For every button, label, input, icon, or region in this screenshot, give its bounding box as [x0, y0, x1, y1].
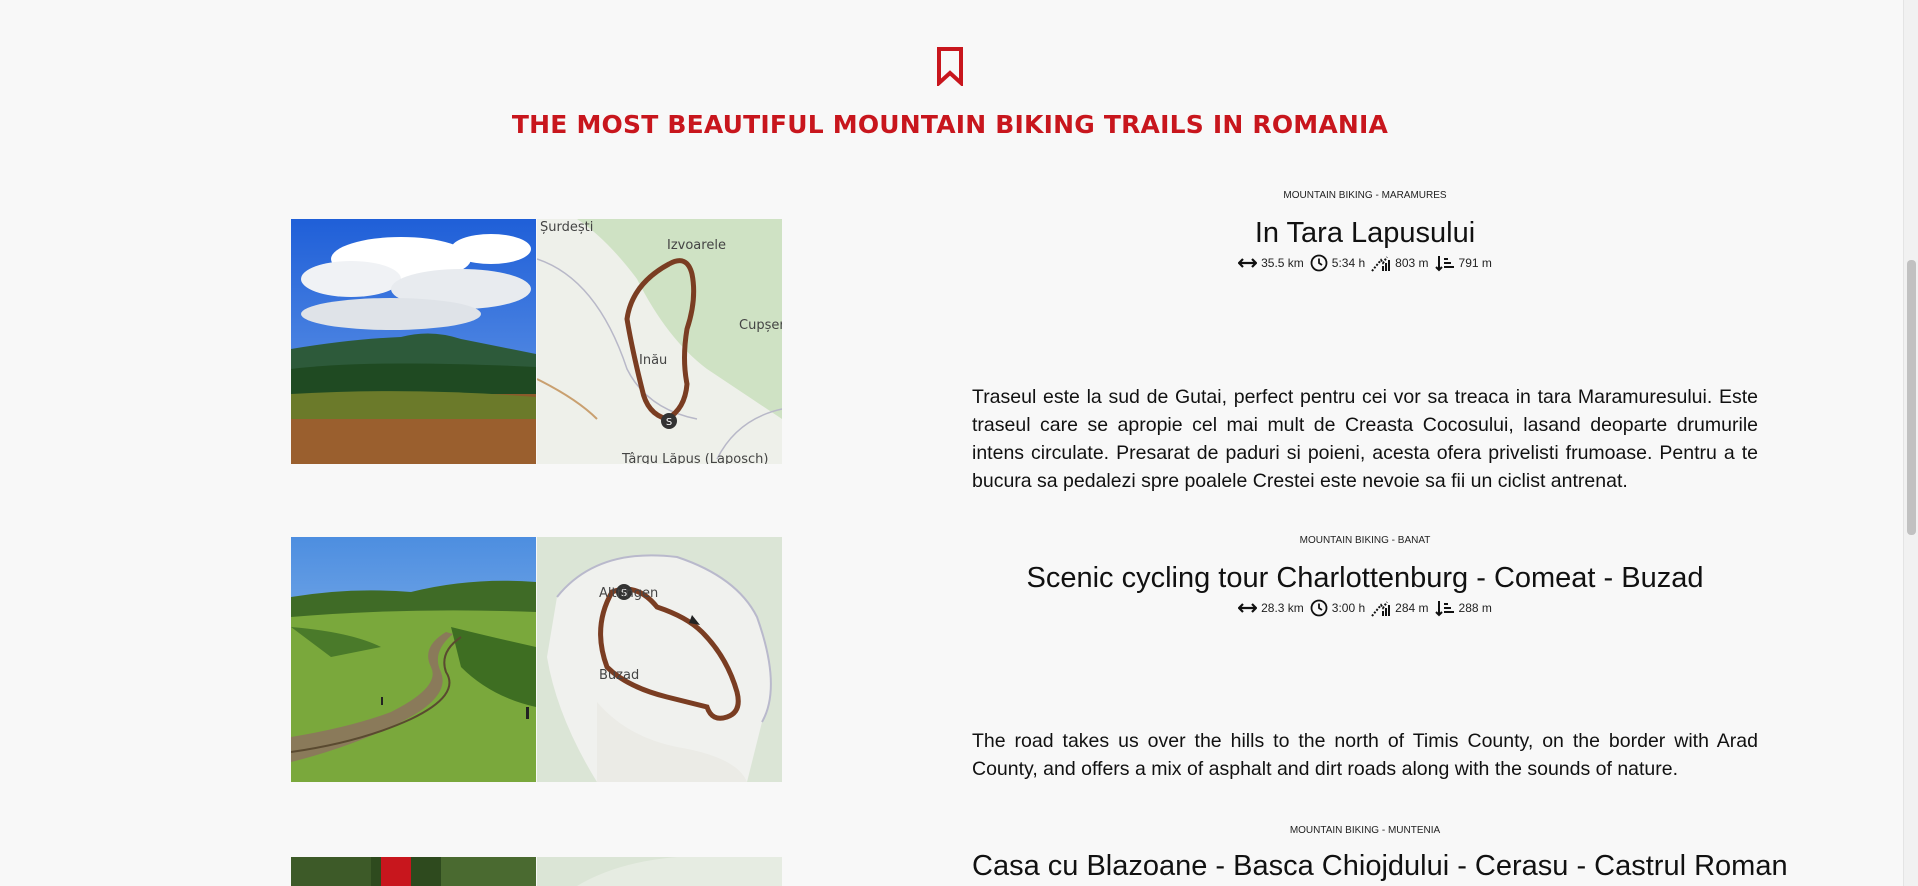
map-label: Târgu Lăpuș (Laposch) [621, 452, 768, 464]
ascent-icon [1371, 255, 1391, 272]
trail-category: MOUNTAIN BIKING - MUNTENIA [1289, 825, 1441, 836]
duration-value: 5:34 h [1331, 256, 1366, 270]
descent-stat: 288 m [1434, 600, 1492, 617]
trail-photo[interactable] [291, 537, 536, 782]
distance-stat: 28.3 km [1238, 601, 1304, 615]
trail-media[interactable]: S Altringen Buzad [291, 537, 782, 782]
trail-media[interactable] [291, 857, 782, 886]
map-label: Inău [639, 353, 667, 368]
scrollbar[interactable] [1903, 0, 1918, 886]
trail-title[interactable]: Casa cu Blazoane - Basca Chiojdului - Ce… [972, 850, 1788, 883]
map-label: Izvoarele [667, 238, 726, 253]
trail-map[interactable]: S Altringen Buzad [537, 537, 782, 782]
distance-value: 35.5 km [1261, 256, 1304, 270]
trail-stats: 28.3 km 3:00 h 284 m 288 m [972, 599, 1758, 617]
ascent-value: 803 m [1395, 256, 1429, 270]
distance-value: 28.3 km [1261, 601, 1304, 615]
trail-title[interactable]: In Tara Lapusului [972, 217, 1758, 250]
ascent-icon [1371, 600, 1391, 617]
descent-icon [1434, 600, 1454, 616]
descent-value: 791 m [1458, 256, 1492, 270]
ascent-value: 284 m [1395, 601, 1429, 615]
descent-stat: 791 m [1434, 255, 1492, 272]
clock-icon [1310, 599, 1328, 617]
trail-description: The road takes us over the hills to the … [972, 730, 1758, 780]
trail-info: MOUNTAIN BIKING - MARAMURES In Tara Lapu… [972, 190, 1758, 492]
trail-category: MOUNTAIN BIKING - BANAT [1299, 535, 1431, 546]
map-label: Buzad [599, 668, 639, 683]
duration-stat: 5:34 h [1310, 254, 1365, 272]
trail-info: MOUNTAIN BIKING - BANAT Scenic cycling t… [972, 535, 1758, 780]
map-label: Șurdești [540, 220, 593, 235]
trail-media[interactable]: S Șurdești Izvoarele Cupșer Inău Târgu L… [291, 219, 782, 464]
scrollbar-thumb[interactable] [1907, 260, 1916, 535]
distance-stat: 35.5 km [1238, 256, 1304, 270]
trail-title[interactable]: Scenic cycling tour Charlottenburg - Com… [972, 562, 1758, 595]
map-start-marker: S [666, 417, 672, 428]
trail-map[interactable]: S Șurdești Izvoarele Cupșer Inău Târgu L… [537, 219, 782, 464]
distance-icon [1238, 258, 1258, 268]
duration-stat: 3:00 h [1310, 599, 1365, 617]
trail-category: MOUNTAIN BIKING - MARAMURES [1283, 190, 1447, 201]
ascent-stat: 284 m [1371, 600, 1429, 617]
descent-icon [1434, 255, 1454, 271]
descent-value: 288 m [1458, 601, 1492, 615]
page-title: THE MOST BEAUTIFUL MOUNTAIN BIKING TRAIL… [511, 110, 1389, 139]
trail-stats: 35.5 km 5:34 h 803 m 791 m [972, 254, 1758, 272]
clock-icon [1310, 254, 1328, 272]
trail-photo[interactable] [291, 857, 536, 886]
ascent-stat: 803 m [1371, 255, 1429, 272]
trail-map[interactable] [537, 857, 782, 886]
duration-value: 3:00 h [1331, 601, 1366, 615]
map-label: Cupșer [739, 318, 782, 333]
trail-photo[interactable] [291, 219, 536, 464]
map-label: Altringen [599, 586, 658, 601]
trail-info: MOUNTAIN BIKING - MUNTENIA Casa cu Blazo… [972, 825, 1788, 883]
distance-icon [1238, 603, 1258, 613]
trail-description: Traseul este la sud de Gutai, perfect pe… [972, 386, 1758, 492]
bookmark-icon[interactable] [935, 46, 965, 86]
